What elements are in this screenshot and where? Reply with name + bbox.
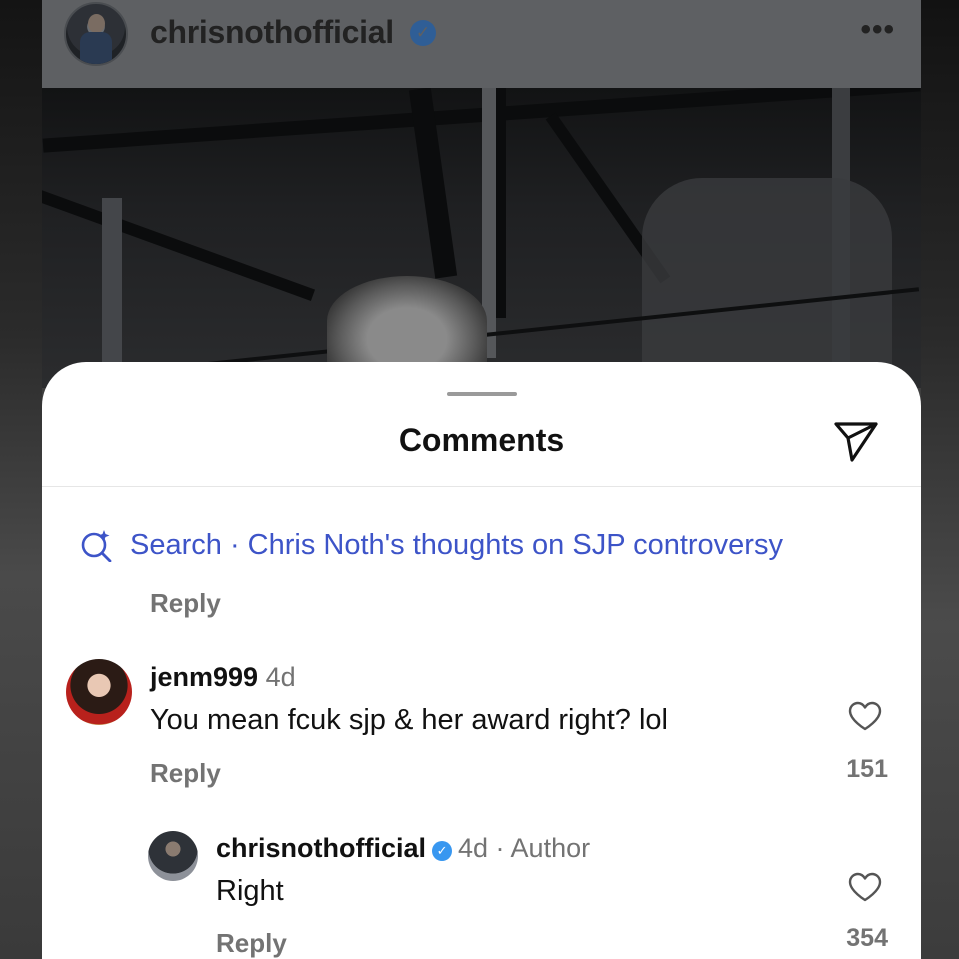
- comment-timestamp: 4d · Author: [458, 833, 591, 863]
- heart-icon[interactable]: [848, 701, 882, 731]
- post-author-avatar[interactable]: [64, 2, 128, 66]
- search-suggestion-label: Search · Chris Noth's thoughts on SJP co…: [130, 528, 783, 561]
- commenter-avatar[interactable]: [148, 831, 198, 881]
- reply-button[interactable]: Reply: [150, 588, 221, 619]
- post-author-username[interactable]: chrisnothofficial: [150, 14, 394, 51]
- like-count: 151: [846, 755, 888, 783]
- search-suggestion[interactable]: Search · Chris Noth's thoughts on SJP co…: [80, 528, 783, 562]
- comment-text: You mean fcuk sjp & her award right? lol: [150, 704, 668, 736]
- verified-badge-icon: ✓: [410, 20, 436, 46]
- comments-sheet: Comments Search · Chris Noth's thoughts …: [42, 362, 921, 959]
- verified-badge-icon: ✓: [432, 841, 453, 861]
- blurred-background-left: [0, 0, 42, 959]
- post-header: chrisnothofficial ✓ •••: [42, 0, 921, 88]
- sheet-grabber-handle[interactable]: [447, 392, 517, 396]
- send-icon[interactable]: [832, 420, 880, 464]
- reply-button[interactable]: Reply: [216, 928, 287, 959]
- person-head: [327, 276, 487, 366]
- post-photo: [42, 88, 921, 388]
- sheet-divider: [42, 486, 921, 487]
- like-count: 354: [846, 924, 888, 952]
- comment-text: Right: [216, 875, 284, 907]
- more-options-icon[interactable]: •••: [860, 15, 895, 45]
- heart-icon[interactable]: [848, 872, 882, 902]
- comment-username[interactable]: jenm999 4d: [150, 662, 296, 693]
- reply-button[interactable]: Reply: [150, 758, 221, 789]
- instagram-screen: chrisnothofficial ✓ ••• Comments Search …: [42, 0, 921, 959]
- comment-timestamp: 4d: [265, 662, 296, 692]
- sheet-title: Comments: [398, 422, 565, 458]
- commenter-avatar[interactable]: [66, 659, 132, 725]
- blurred-background-right: [921, 0, 959, 959]
- comment-username[interactable]: chrisnothofficial ✓ 4d · Author: [216, 833, 590, 864]
- search-sparkle-icon: [81, 530, 112, 562]
